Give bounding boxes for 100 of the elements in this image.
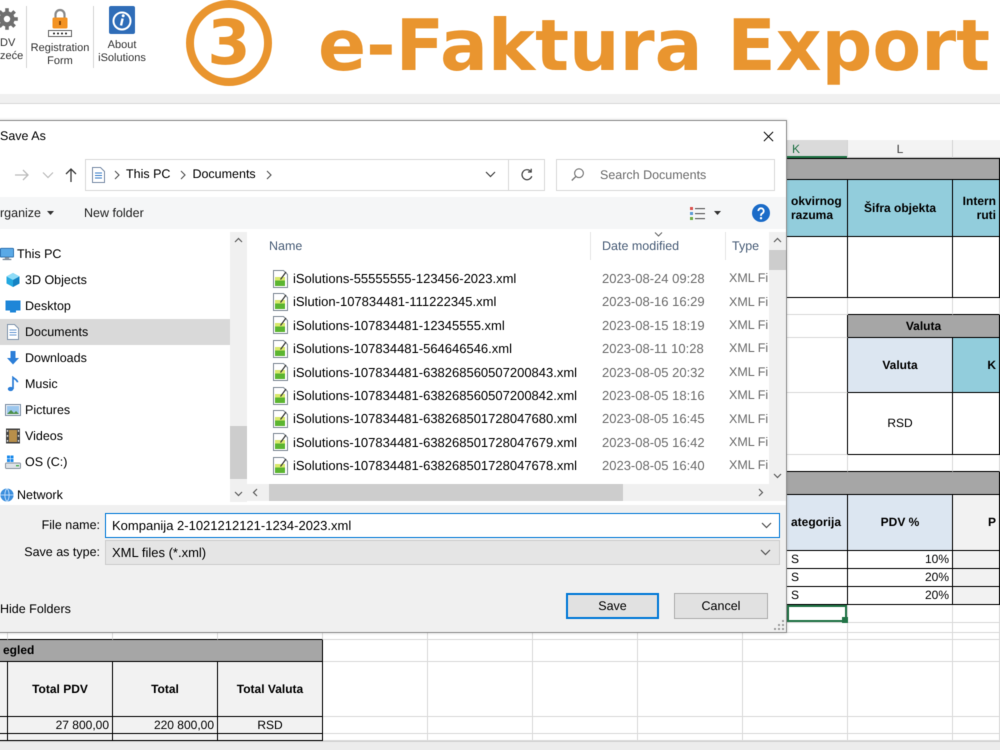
nav-item[interactable]: Network — [0, 485, 230, 505]
chevron-right-icon[interactable] — [266, 170, 272, 180]
file-row[interactable]: iSolutions-107834481-638268501728047680.xml 2023-08-05 16:45 XML Fi — [247, 407, 769, 431]
nav-item[interactable]: 3D Objects — [0, 267, 230, 293]
file-icon — [272, 433, 289, 452]
file-name-field[interactable]: Kompanija 2-1021212121-1234-2023.xml — [105, 513, 780, 538]
list-column-header[interactable]: Name — [247, 232, 590, 260]
file-icon — [272, 340, 289, 358]
file-type: XML Fi — [729, 318, 768, 332]
hide-folders-button[interactable]: Hide Folders — [0, 600, 71, 618]
nav-item[interactable]: Music — [0, 371, 230, 397]
file-icon — [272, 270, 289, 288]
arrow-up-icon[interactable] — [64, 166, 78, 182]
ribbon-button[interactable]: About iSolutions — [96, 6, 148, 65]
film-icon — [5, 428, 21, 444]
scroll-up-icon[interactable] — [773, 237, 782, 243]
nav-item[interactable]: Pictures — [0, 397, 230, 423]
file-type-dropdown[interactable]: XML files (*.xml) — [105, 540, 780, 565]
scroll-up-icon[interactable] — [234, 237, 243, 243]
file-date: 2023-08-05 16:45 — [602, 411, 705, 426]
scrollbar-thumb[interactable] — [269, 484, 623, 501]
view-list-icon[interactable] — [690, 206, 705, 220]
field-label: File name: — [40, 517, 100, 534]
save-button[interactable]: Save — [566, 593, 659, 619]
file-name: iSolutions-107834481-638268501728047679.xml — [293, 434, 578, 452]
file-icon — [272, 293, 289, 312]
file-row[interactable]: iSolutions-107834481-638268560507200843.xml 2023-08-05 20:32 XML Fi — [247, 360, 769, 384]
scroll-down-icon[interactable] — [234, 491, 243, 497]
scroll-right-icon[interactable] — [758, 488, 764, 497]
table-header: Intern ruti — [953, 180, 1000, 237]
nav-item[interactable]: This PC — [0, 241, 230, 267]
file-name: iSolutions-107834481-638268501728047678.xml — [293, 457, 578, 476]
file-type: XML Fi — [729, 435, 768, 450]
file-date: 2023-08-24 09:28 — [602, 270, 705, 286]
file-row[interactable]: iSolutions-107834481-638268560507200842.xml 2023-08-05 18:16 XML Fi — [247, 384, 769, 408]
picture-icon — [5, 402, 21, 418]
file-icon — [272, 456, 289, 475]
file-type: XML Fi — [729, 271, 768, 286]
padlock-icon — [48, 6, 72, 37]
table-cell: RSD — [848, 393, 953, 455]
table-header: Total — [113, 662, 218, 717]
download-arrow-icon — [5, 350, 21, 366]
table-cell: S — [787, 569, 848, 587]
nav-item[interactable]: OS (C:) — [0, 449, 230, 475]
file-row[interactable]: iSlution-107834481-111222345.xml 2023-08-16 16:29 XML Fi — [247, 290, 769, 314]
table-header: PDV % — [848, 495, 953, 551]
caret-icon — [47, 211, 54, 215]
nav-item[interactable]: Downloads — [0, 345, 230, 371]
caret-icon[interactable] — [714, 211, 721, 215]
table-cell: 20% — [848, 569, 953, 587]
section-header: egled — [0, 640, 323, 662]
breadcrumb[interactable]: This PC — [126, 165, 170, 184]
file-row[interactable]: iSolutions-107834481-638268501728047678.xml 2023-08-05 16:40 XML Fi — [247, 454, 769, 478]
toolbar-button[interactable]: New folder — [84, 204, 144, 222]
file-row[interactable]: iSolutions-107834481-564646546.xml 2023-08-11 10:28 XML Fi — [247, 337, 769, 361]
chevron-right-icon[interactable] — [114, 170, 120, 180]
document-icon — [91, 166, 105, 182]
file-row[interactable]: iSolutions-107834481-638268501728047679.xml 2023-08-05 16:42 XML Fi — [247, 430, 769, 454]
nav-item[interactable]: Videos — [0, 423, 230, 449]
table-header: Valuta — [848, 338, 953, 393]
breadcrumb[interactable]: Documents — [192, 165, 256, 184]
table-cell: 220 800,00 — [113, 717, 218, 734]
scrollbar-thumb[interactable] — [230, 426, 247, 479]
nav-item[interactable]: Desktop — [0, 293, 230, 319]
file-name: iSolutions-107834481-564646546.xml — [293, 340, 512, 358]
file-date: 2023-08-05 18:16 — [602, 388, 705, 403]
address-bar[interactable]: This PC Documents — [85, 158, 545, 190]
chevron-right-icon[interactable] — [180, 170, 186, 180]
file-row[interactable]: iSolutions-107834481-12345555.xml 2023-08-15 18:19 XML Fi — [247, 314, 769, 338]
scrollbar-track[interactable] — [230, 232, 247, 502]
table-header: P — [953, 495, 1000, 551]
file-type: XML Fi — [729, 294, 768, 309]
table-header: K — [953, 338, 1000, 393]
dropdown-caret-icon[interactable] — [761, 522, 772, 529]
table-header — [0, 662, 8, 717]
info-icon — [109, 6, 135, 34]
sheet-cell — [953, 717, 1000, 734]
table-header: okvirnog razuma — [787, 180, 848, 237]
file-date: 2023-08-05 20:32 — [602, 364, 705, 380]
scroll-down-icon[interactable] — [773, 473, 782, 479]
search-field[interactable]: Search Documents — [556, 158, 775, 190]
scroll-left-icon[interactable] — [252, 488, 258, 497]
ribbon-button[interactable]: Registration Form — [29, 6, 91, 68]
help-icon[interactable] — [752, 204, 770, 222]
scrollbar-thumb[interactable] — [769, 250, 786, 270]
fill-handle[interactable] — [842, 617, 848, 623]
column-header[interactable]: K — [787, 140, 848, 158]
file-date: 2023-08-11 10:28 — [602, 341, 704, 356]
refresh-icon[interactable] — [520, 168, 534, 182]
resize-grip-icon[interactable] — [774, 620, 784, 630]
close-icon[interactable] — [763, 131, 774, 142]
ribbon-button[interactable]: DV zeće — [0, 6, 22, 63]
list-column-header[interactable]: Date modified — [590, 232, 725, 260]
file-date: 2023-08-05 16:40 — [602, 458, 705, 474]
cancel-button[interactable]: Cancel — [674, 593, 768, 619]
toolbar-button[interactable]: rganize — [0, 204, 54, 222]
nav-item[interactable]: Documents — [0, 319, 230, 345]
file-row[interactable]: iSolutions-55555555-123456-2023.xml 2023-08-24 09:28 XML Fi — [247, 267, 769, 290]
chevron-down-icon[interactable] — [485, 171, 496, 178]
file-type: XML Fi — [729, 412, 768, 426]
